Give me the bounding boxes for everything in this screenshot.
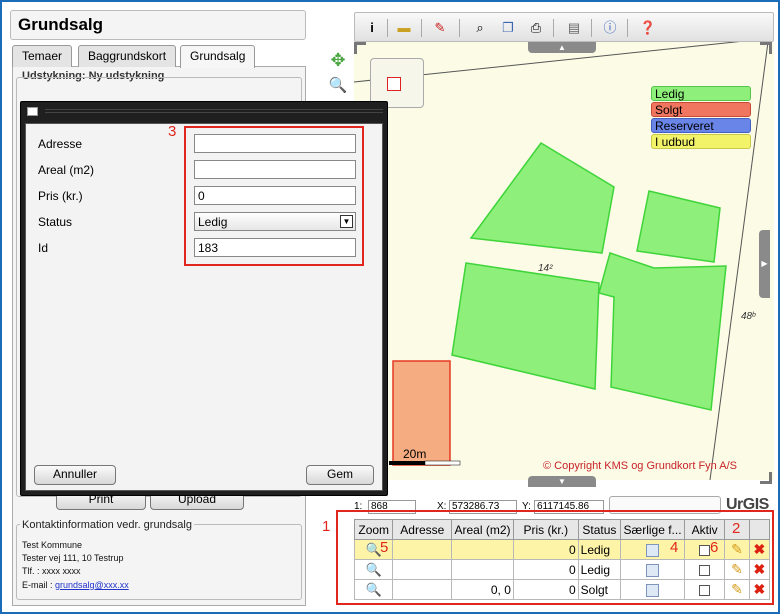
save-button[interactable]: Gem bbox=[306, 465, 374, 485]
draw-pen-icon[interactable]: ✎ bbox=[431, 19, 449, 37]
edit-plot-dialog: Adresse Areal (m2) Pris (kr.) Status Led… bbox=[20, 101, 388, 496]
legend-item-i-udbud: I udbud bbox=[651, 134, 751, 149]
pan-topleft-button[interactable] bbox=[354, 42, 366, 54]
window-menu-icon[interactable] bbox=[27, 107, 38, 116]
id-label: Id bbox=[38, 241, 49, 255]
toolbar-divider bbox=[627, 19, 628, 37]
help-icon[interactable]: ❓ bbox=[639, 19, 657, 37]
annotation-box-dialog bbox=[184, 126, 364, 266]
layers-icon[interactable]: ▤ bbox=[565, 19, 583, 37]
legend-item-reserveret: Reserveret bbox=[651, 118, 751, 133]
contact-title: Kontaktinformation vedr. grundsalg bbox=[20, 519, 194, 531]
annotation-number: 6 bbox=[710, 539, 719, 556]
pan-bottomright-button[interactable] bbox=[760, 472, 772, 484]
plot-polygon[interactable] bbox=[636, 190, 721, 263]
ruler-icon[interactable]: ▬ bbox=[395, 19, 413, 37]
plot-polygon[interactable] bbox=[469, 142, 615, 254]
contact-phone: Tlf. : xxxx xxxx bbox=[22, 566, 81, 576]
page-title: Grundsalg bbox=[10, 10, 306, 40]
cancel-button[interactable]: Annuller bbox=[34, 465, 116, 485]
zoom-in-icon[interactable]: 🔍 bbox=[328, 76, 348, 96]
annotation-box-grid bbox=[336, 510, 774, 605]
legend-item-solgt: Solgt bbox=[651, 102, 751, 117]
pan-right-button[interactable]: ▶ bbox=[759, 230, 770, 298]
contact-email-row: E-mail : grundsalg@xxx.xx bbox=[22, 580, 129, 590]
adresse-label: Adresse bbox=[38, 137, 83, 151]
app-window: Grundsalg Temaer Baggrundskort Grundsalg… bbox=[0, 0, 780, 614]
about-icon[interactable]: ⓘ bbox=[601, 19, 619, 37]
contact-address: Tester vej 111, 10 Testrup bbox=[22, 553, 124, 563]
annotation-number: 2 bbox=[732, 520, 741, 537]
plot-polygon[interactable] bbox=[451, 262, 600, 390]
map-legend: Ledig Solgt Reserveret I udbud bbox=[651, 86, 751, 150]
print-icon[interactable]: ⎙ bbox=[527, 19, 545, 37]
contact-name: Test Kommune bbox=[22, 540, 83, 550]
status-label: Status bbox=[38, 215, 73, 229]
tab-baggrundskort[interactable]: Baggrundskort bbox=[78, 45, 177, 67]
overview-extent bbox=[387, 77, 401, 91]
annotation-number: 3 bbox=[168, 123, 177, 140]
pan-up-button[interactable]: ▲ bbox=[528, 42, 596, 53]
copy-icon[interactable]: ❐ bbox=[499, 19, 517, 37]
toolbar-divider bbox=[421, 19, 422, 37]
plot-number-label: 14² bbox=[538, 263, 553, 274]
plot-polygon[interactable] bbox=[598, 252, 727, 411]
pan-arrows-icon[interactable]: ✥ bbox=[328, 50, 348, 70]
pris-label: Pris (kr.) bbox=[38, 189, 83, 203]
pan-topright-button[interactable] bbox=[760, 42, 772, 54]
dialog-body: Adresse Areal (m2) Pris (kr.) Status Led… bbox=[25, 123, 383, 491]
plot-number-label: 48ᵇ bbox=[741, 311, 756, 322]
map-copyright: © Copyright KMS og Grundkort Fyn A/S bbox=[543, 460, 737, 472]
toolbar-divider bbox=[591, 19, 592, 37]
pan-down-button[interactable]: ▼ bbox=[528, 476, 596, 487]
annotation-number: 4 bbox=[670, 539, 679, 556]
scale-label: 20m bbox=[403, 447, 426, 461]
scale-bar-segment bbox=[424, 460, 461, 466]
contact-email-link[interactable]: grundsalg@xxx.xx bbox=[55, 580, 129, 590]
info-cursor-icon[interactable]: i bbox=[363, 19, 381, 37]
toolbar-divider bbox=[553, 19, 554, 37]
areal-label: Areal (m2) bbox=[38, 163, 95, 177]
toolbar-divider bbox=[459, 19, 460, 37]
map-toolbar: i ▬ ✎ ⌕ ❐ ⎙ ▤ ⓘ ❓ bbox=[354, 12, 774, 42]
tab-temaer[interactable]: Temaer bbox=[12, 45, 73, 67]
dialog-titlebar-grip[interactable] bbox=[45, 109, 383, 113]
binoculars-icon[interactable]: ⌕ bbox=[471, 19, 489, 37]
annotation-number: 5 bbox=[380, 539, 389, 556]
legend-item-ledig: Ledig bbox=[651, 86, 751, 101]
annotation-number: 1 bbox=[322, 518, 331, 535]
toolbar-divider bbox=[387, 19, 388, 37]
tab-grundsalg[interactable]: Grundsalg bbox=[180, 45, 256, 68]
contact-email-label: E-mail : bbox=[22, 580, 53, 590]
